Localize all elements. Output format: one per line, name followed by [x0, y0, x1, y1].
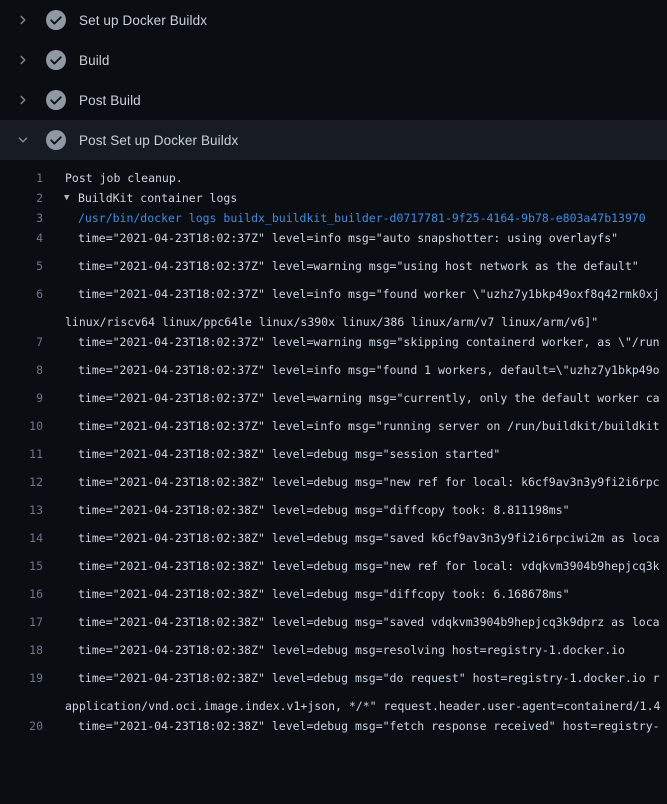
log-line: 16 time="2021-04-23T18:02:38Z" level=deb…	[0, 584, 667, 612]
line-number[interactable]: 1	[0, 168, 43, 188]
line-number[interactable]: 3	[0, 208, 43, 228]
log-line: 14 time="2021-04-23T18:02:38Z" level=deb…	[0, 528, 667, 556]
log-line: 13 time="2021-04-23T18:02:38Z" level=deb…	[0, 500, 667, 528]
log-line-text: time="2021-04-23T18:02:38Z" level=debug …	[78, 528, 660, 548]
line-number[interactable]: 5	[0, 256, 43, 276]
line-number[interactable]: 4	[0, 228, 43, 248]
log-line-text: time="2021-04-23T18:02:37Z" level=info m…	[78, 284, 660, 304]
line-number[interactable]: 15	[0, 556, 43, 576]
log-line: 4 time="2021-04-23T18:02:37Z" level=info…	[0, 228, 667, 256]
log-line-text: time="2021-04-23T18:02:38Z" level=debug …	[78, 640, 625, 660]
log-line: 3 /usr/bin/docker logs buildx_buildkit_b…	[0, 208, 667, 228]
log-line-text[interactable]: BuildKit container logs	[78, 188, 237, 208]
log-line: 2 BuildKit container logs ▼	[0, 188, 667, 208]
log-line: 19 time="2021-04-23T18:02:38Z" level=deb…	[0, 668, 667, 696]
step-label: Build	[79, 53, 110, 68]
log-line-text: linux/riscv64 linux/ppc64le linux/s390x …	[65, 312, 598, 332]
chevron-right-icon	[12, 92, 34, 108]
log-line: 8 time="2021-04-23T18:02:37Z" level=info…	[0, 360, 667, 388]
line-number[interactable]: 12	[0, 472, 43, 492]
log-line: application/vnd.oci.image.index.v1+json,…	[0, 696, 667, 716]
log-line: 12 time="2021-04-23T18:02:38Z" level=deb…	[0, 472, 667, 500]
step-header[interactable]: Set up Docker Buildx	[0, 0, 667, 40]
line-number[interactable]: 10	[0, 416, 43, 436]
line-number[interactable]: 16	[0, 584, 43, 604]
steps-panel: Set up Docker Buildx Build P	[0, 0, 667, 160]
line-number[interactable]: 19	[0, 668, 43, 688]
log-line-text: time="2021-04-23T18:02:37Z" level=info m…	[78, 416, 660, 436]
log-line-text: /usr/bin/docker logs buildx_buildkit_bui…	[78, 208, 646, 228]
log-line-text: Post job cleanup.	[65, 168, 183, 188]
log-line-text: time="2021-04-23T18:02:38Z" level=debug …	[78, 716, 660, 736]
log-line: 6 time="2021-04-23T18:02:37Z" level=info…	[0, 284, 667, 312]
log-line: 5 time="2021-04-23T18:02:37Z" level=warn…	[0, 256, 667, 284]
line-number[interactable]: 7	[0, 332, 43, 352]
log-line-text: application/vnd.oci.image.index.v1+json,…	[65, 696, 660, 716]
log-line: 20 time="2021-04-23T18:02:38Z" level=deb…	[0, 716, 667, 744]
step-label: Post Set up Docker Buildx	[79, 133, 238, 148]
log-line: 7 time="2021-04-23T18:02:37Z" level=warn…	[0, 332, 667, 360]
log-panel: 1 Post job cleanup. 2 BuildKit container…	[0, 160, 667, 744]
log-line: 10 time="2021-04-23T18:02:37Z" level=inf…	[0, 416, 667, 444]
line-number[interactable]: 17	[0, 612, 43, 632]
line-number[interactable]: 8	[0, 360, 43, 380]
log-line-text: time="2021-04-23T18:02:37Z" level=warnin…	[78, 332, 660, 352]
line-number[interactable]: 6	[0, 284, 43, 304]
log-line-text: time="2021-04-23T18:02:38Z" level=debug …	[78, 668, 660, 688]
log-line: 9 time="2021-04-23T18:02:37Z" level=warn…	[0, 388, 667, 416]
check-circle-icon	[46, 10, 66, 30]
log-line-text: time="2021-04-23T18:02:37Z" level=warnin…	[78, 388, 660, 408]
check-circle-icon	[46, 130, 66, 150]
check-circle-icon	[46, 90, 66, 110]
step-label: Post Build	[79, 93, 141, 108]
line-number[interactable]: 14	[0, 528, 43, 548]
log-line-text: time="2021-04-23T18:02:37Z" level=info m…	[78, 228, 618, 248]
step-header[interactable]: Post Set up Docker Buildx	[0, 120, 667, 160]
log-line: 11 time="2021-04-23T18:02:38Z" level=deb…	[0, 444, 667, 472]
check-circle-icon	[46, 50, 66, 70]
log-line-text: time="2021-04-23T18:02:38Z" level=debug …	[78, 584, 570, 604]
chevron-down-icon	[12, 132, 34, 148]
log-line-text: time="2021-04-23T18:02:37Z" level=info m…	[78, 360, 660, 380]
log-line: 17 time="2021-04-23T18:02:38Z" level=deb…	[0, 612, 667, 640]
line-number[interactable]: 11	[0, 444, 43, 464]
step-label: Set up Docker Buildx	[79, 13, 207, 28]
line-number[interactable]: 18	[0, 640, 43, 660]
step-header[interactable]: Build	[0, 40, 667, 80]
log-line: 18 time="2021-04-23T18:02:38Z" level=deb…	[0, 640, 667, 668]
step-header[interactable]: Post Build	[0, 80, 667, 120]
log-line-text: time="2021-04-23T18:02:38Z" level=debug …	[78, 444, 500, 464]
group-collapse-arrow-icon[interactable]: ▼	[64, 188, 69, 208]
log-line: 15 time="2021-04-23T18:02:38Z" level=deb…	[0, 556, 667, 584]
log-line-text: time="2021-04-23T18:02:38Z" level=debug …	[78, 472, 660, 492]
log-line-text: time="2021-04-23T18:02:38Z" level=debug …	[78, 556, 660, 576]
log-line-text: time="2021-04-23T18:02:38Z" level=debug …	[78, 500, 570, 520]
line-number[interactable]: 2	[0, 188, 43, 208]
line-number[interactable]: 13	[0, 500, 43, 520]
log-line-text: time="2021-04-23T18:02:37Z" level=warnin…	[78, 256, 639, 276]
log-line-text: time="2021-04-23T18:02:38Z" level=debug …	[78, 612, 660, 632]
log-line: linux/riscv64 linux/ppc64le linux/s390x …	[0, 312, 667, 332]
line-number[interactable]: 20	[0, 716, 43, 736]
chevron-right-icon	[12, 12, 34, 28]
log-line: 1 Post job cleanup.	[0, 168, 667, 188]
line-number[interactable]: 9	[0, 388, 43, 408]
chevron-right-icon	[12, 52, 34, 68]
